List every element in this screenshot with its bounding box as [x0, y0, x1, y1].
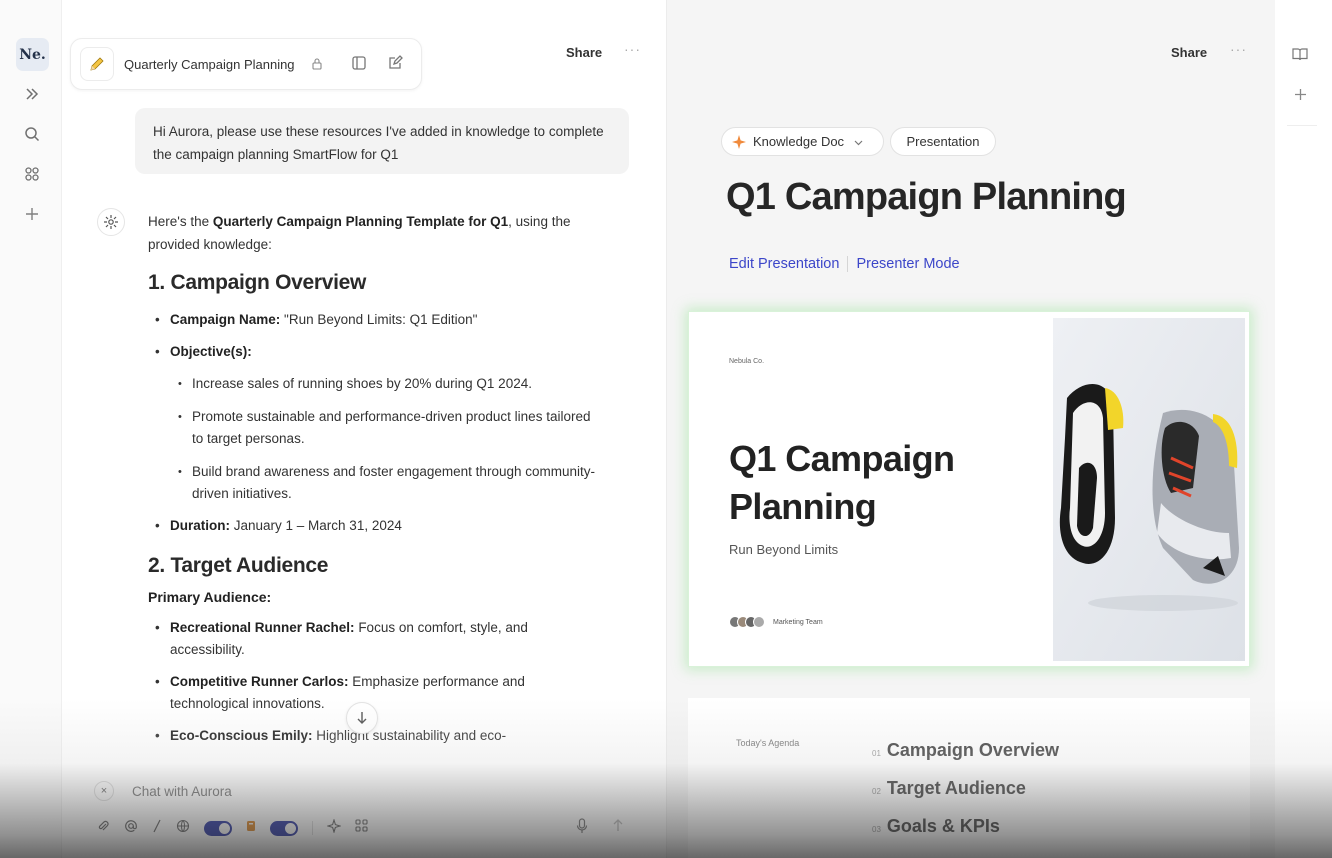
avatar: [753, 616, 765, 628]
presenter-mode-link[interactable]: Presenter Mode: [856, 256, 959, 272]
list-item: Build brand awareness and foster engagem…: [148, 461, 598, 505]
slide-subtitle: Run Beyond Limits: [729, 542, 839, 557]
agenda-label: Today's Agenda: [736, 738, 800, 748]
pencil-icon: [80, 47, 114, 81]
slash-command-icon[interactable]: [152, 819, 162, 838]
attach-icon[interactable]: [96, 819, 110, 838]
edit-icon[interactable]: [387, 54, 404, 76]
presentation-links: Edit Presentation Presenter Mode: [729, 256, 960, 272]
apps-icon[interactable]: [18, 160, 46, 188]
list-item: Increase sales of running shoes by 20% d…: [148, 373, 598, 395]
rail-divider: [1287, 125, 1317, 126]
slide-team: Marketing Team: [729, 616, 823, 628]
list-item: Duration: January 1 – March 31, 2024: [148, 515, 598, 537]
list-item: Campaign Name: "Run Beyond Limits: Q1 Ed…: [148, 309, 598, 331]
sidebar-toggle-icon[interactable]: [351, 55, 367, 76]
slide-title: Q1 Campaign Planning: [729, 438, 955, 527]
sparkle-icon[interactable]: [326, 817, 342, 838]
knowledge-doc-label: Knowledge Doc: [753, 134, 845, 149]
edit-presentation-link[interactable]: Edit Presentation: [729, 256, 839, 272]
knowledge-toggle[interactable]: [270, 820, 298, 836]
app-window: Ne. Quarterly Campaign Planning Share ··…: [0, 0, 1332, 858]
user-message: Hi Aurora, please use these resources I'…: [135, 108, 629, 174]
send-icon[interactable]: [612, 818, 624, 837]
section-heading: 2. Target Audience: [148, 554, 329, 577]
globe-icon[interactable]: [176, 819, 190, 838]
grid-icon[interactable]: [355, 819, 368, 837]
chat-more-icon[interactable]: ···: [624, 41, 641, 57]
plus-icon[interactable]: [18, 200, 46, 228]
close-icon[interactable]: ×: [94, 781, 114, 801]
chat-composer: × Chat with Aurora: [82, 760, 646, 850]
knowledge-icon[interactable]: [246, 819, 256, 838]
agenda-item: 03 Goals & KPIs: [872, 816, 1000, 836]
slide-brand: Nebula Co.: [729, 358, 765, 365]
list-item: Objective(s):: [148, 341, 598, 363]
subheading: Primary Audience:: [148, 589, 272, 605]
doc-more-icon[interactable]: ···: [1230, 41, 1247, 57]
chat-input[interactable]: Chat with Aurora: [132, 784, 232, 799]
agenda-item: 01 Campaign Overview: [872, 740, 1059, 760]
chevron-down-icon: [854, 134, 863, 149]
composer-toolbar: [96, 817, 368, 838]
spark-icon: [732, 134, 746, 149]
chat-tab-title: Quarterly Campaign Planning: [124, 57, 295, 72]
search-icon[interactable]: [18, 120, 46, 148]
microphone-icon[interactable]: [576, 818, 588, 839]
web-search-toggle[interactable]: [204, 820, 232, 836]
mention-icon[interactable]: [124, 819, 138, 838]
plus-icon[interactable]: [1289, 83, 1311, 105]
sneaker-image: [1053, 318, 1245, 661]
arrow-down-icon: [357, 712, 367, 724]
list-item: Recreational Runner Rachel: Focus on com…: [148, 617, 598, 661]
chat-share-button[interactable]: Share: [566, 45, 602, 60]
response-intro: Here's the Quarterly Campaign Planning T…: [148, 214, 571, 252]
right-rail: [1275, 0, 1332, 858]
workspace-logo[interactable]: Ne.: [16, 38, 49, 71]
doc-share-button[interactable]: Share: [1171, 45, 1207, 60]
scroll-down-button[interactable]: [346, 702, 378, 734]
presentation-tab[interactable]: Presentation: [890, 127, 996, 156]
lock-icon: [311, 57, 323, 75]
document-title: Q1 Campaign Planning: [726, 176, 1127, 218]
toolbar-divider: [312, 821, 313, 835]
agenda-slide[interactable]: Today's Agenda 01 Campaign Overview 02 T…: [688, 698, 1250, 858]
assistant-avatar-icon: [97, 208, 125, 236]
agenda-item: 02 Target Audience: [872, 778, 1026, 798]
title-slide[interactable]: Nebula Co. Q1 Campaign Planning Run Beyo…: [688, 311, 1250, 667]
assistant-response: Here's the Quarterly Campaign Planning T…: [148, 210, 598, 747]
left-rail: Ne.: [0, 0, 62, 858]
link-separator: [847, 256, 849, 272]
knowledge-doc-dropdown[interactable]: Knowledge Doc: [721, 127, 884, 156]
list-item: Promote sustainable and performance-driv…: [148, 406, 598, 450]
chat-tab[interactable]: Quarterly Campaign Planning: [70, 38, 422, 90]
book-icon[interactable]: [1289, 43, 1311, 65]
section-heading: 1. Campaign Overview: [148, 271, 367, 294]
expand-icon[interactable]: [18, 80, 46, 108]
